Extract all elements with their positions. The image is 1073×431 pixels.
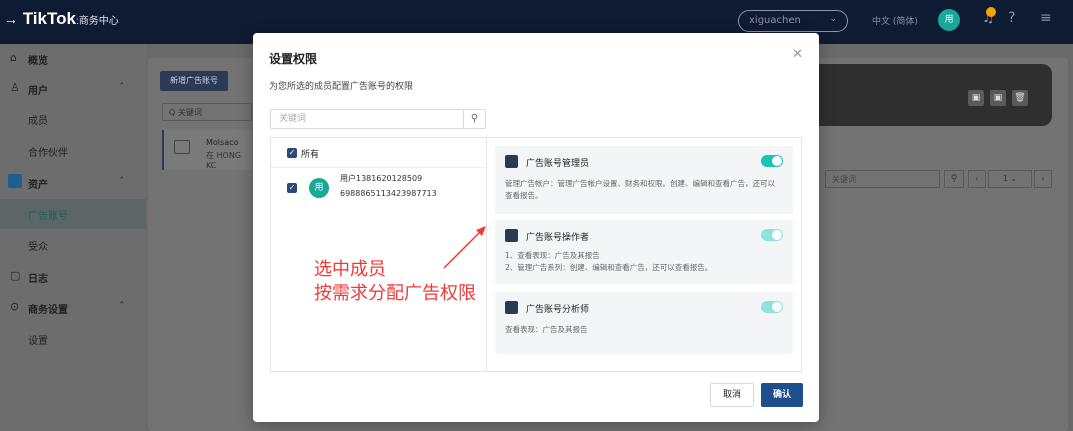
account-selector[interactable]: xiguachen ⌄: [738, 10, 848, 32]
sidebar-item-assets[interactable]: 资产 ⌃: [0, 168, 146, 198]
log-icon: ▢: [10, 269, 21, 282]
role-description: 1、查看表现：广告及其报告: [505, 251, 600, 260]
account-search-input[interactable]: 关键词: [825, 170, 940, 188]
chevron-down-icon: ⌄: [829, 14, 837, 24]
member-avatar: 用: [309, 178, 329, 198]
next-page-button[interactable]: ›: [1034, 170, 1052, 188]
brand-subtitle: :商务中心: [75, 16, 119, 27]
operator-role-toggle[interactable]: [761, 229, 783, 241]
modal-title: 设置权限: [269, 52, 318, 66]
annotation-line: 选中成员: [314, 259, 386, 280]
sidebar-item-business-settings[interactable]: ⊙ 商务设置 ⌃: [0, 293, 146, 323]
role-ad-account-analyst: 广告账号分析师 查看表现：广告及其报告: [495, 292, 793, 354]
role-ad-account-admin: 广告账号管理员 管理广告帐户：管理广告帐户设置、财务和权限。创建、编辑和查看广告…: [495, 146, 793, 214]
role-list: 广告账号管理员 管理广告帐户：管理广告帐户设置、财务和权限。创建、编辑和查看广告…: [487, 138, 801, 371]
role-title: 广告账号操作者: [526, 233, 590, 243]
search-icon[interactable]: ⚲: [944, 170, 964, 188]
annotation-line: 按需求分配广告权限: [314, 283, 476, 304]
chevron-up-icon: ⌃: [118, 176, 126, 186]
brand-name: TikTok: [22, 9, 76, 28]
member-search: ⚲: [270, 109, 486, 129]
prev-page-button[interactable]: ‹: [968, 170, 986, 188]
back-arrow-icon[interactable]: →: [4, 11, 18, 27]
role-description: 查看表现：广告及其报告: [505, 325, 588, 334]
confirm-button[interactable]: 确认: [761, 383, 803, 407]
member-row[interactable]: ✓ 用 用户1381620128509 6988865113423987713: [271, 169, 486, 207]
sidebar-item-users[interactable]: ♙ 用户 ⌃: [0, 74, 146, 104]
banner-action-icon[interactable]: ▣: [990, 90, 1006, 106]
trash-icon[interactable]: 🗑: [1012, 90, 1028, 106]
role-title: 广告账号分析师: [526, 305, 590, 315]
search-icon[interactable]: ⚲: [463, 110, 485, 128]
role-description: 2、管理广告系列：创建、编辑和查看广告，还可以查看报告。: [505, 263, 713, 272]
banner-action-icon[interactable]: ▣: [968, 90, 984, 106]
settings-icon: ⊙: [10, 300, 20, 313]
admin-role-toggle[interactable]: [761, 155, 783, 167]
sidebar-item-partners[interactable]: 合作伙伴: [0, 136, 146, 166]
org-location: 在 HONG KC: [206, 151, 242, 170]
select-all-checkbox[interactable]: ✓: [287, 148, 297, 158]
new-ad-account-button[interactable]: 新增广告账号: [160, 71, 228, 91]
org-icon: [174, 140, 190, 154]
annotation-text: 选中成员 按需求分配广告权限: [314, 258, 476, 306]
member-checkbox[interactable]: ✓: [287, 183, 297, 193]
select-all-row[interactable]: ✓ 所有: [271, 138, 486, 168]
banner: ▣ ▣ 🗑: [790, 64, 1052, 126]
sidebar-item-overview[interactable]: ⌂ 概览: [0, 44, 146, 74]
menu-icon[interactable]: ≡: [1040, 10, 1052, 26]
admin-role-icon: [505, 155, 518, 168]
org-search-input[interactable]: Q 关键词: [162, 103, 252, 121]
sidebar-item-settings[interactable]: 设置: [0, 324, 146, 354]
analyst-role-icon: [505, 301, 518, 314]
cancel-button[interactable]: 取消: [710, 383, 754, 407]
language-selector[interactable]: 中文 (简体): [872, 14, 918, 27]
brand-logo[interactable]: → TikTok:商务中心: [4, 9, 119, 29]
notification-badge: [986, 7, 996, 17]
permissions-modal: 设置权限 ✕ 为您所选的成员配置广告账号的权限 ⚲ ✓ 所有 ✓ 用 用户138…: [253, 33, 819, 422]
operator-role-icon: [505, 229, 518, 242]
member-name: 用户1381620128509: [340, 174, 423, 183]
home-icon: ⌂: [10, 51, 17, 64]
user-icon: ♙: [10, 81, 20, 94]
asset-icon: [8, 174, 22, 188]
close-icon[interactable]: ✕: [792, 47, 803, 62]
permissions-panel: ✓ 所有 ✓ 用 用户1381620128509 698886511342398…: [270, 137, 802, 372]
org-item[interactable]: Molsaco 在 HONG KC: [162, 130, 252, 170]
page-select[interactable]: 1 ⌄: [988, 170, 1032, 188]
help-icon[interactable]: ?: [1008, 10, 1015, 26]
chevron-up-icon: ⌃: [118, 82, 126, 92]
chevron-up-icon: ⌃: [118, 301, 126, 311]
member-search-input[interactable]: [271, 110, 465, 128]
sidebar-item-audiences[interactable]: 受众: [0, 230, 146, 260]
sidebar-item-ad-accounts[interactable]: 广告账号: [0, 199, 146, 229]
member-id: 6988865113423987713: [340, 189, 437, 198]
role-title: 广告账号管理员: [526, 159, 590, 169]
account-name: xiguachen: [749, 15, 801, 26]
role-description: 管理广告帐户：管理广告帐户设置、财务和权限。创建、编辑和查看广告，还可以查看报告…: [505, 179, 775, 200]
analyst-role-toggle[interactable]: [761, 301, 783, 313]
select-all-label: 所有: [301, 150, 320, 160]
sidebar: ⌂ 概览 ♙ 用户 ⌃ 成员 合作伙伴 资产 ⌃ 广告账号 受众 ▢ 日志 ⊙ …: [0, 44, 146, 431]
sidebar-item-members[interactable]: 成员: [0, 104, 146, 134]
sidebar-item-logs[interactable]: ▢ 日志: [0, 262, 146, 292]
role-ad-account-operator: 广告账号操作者 1、查看表现：广告及其报告 2、管理广告系列：创建、编辑和查看广…: [495, 220, 793, 284]
modal-description: 为您所选的成员配置广告账号的权限: [269, 82, 414, 92]
user-avatar[interactable]: 用: [938, 9, 960, 31]
pagination: ‹ 1 ⌄ ›: [968, 170, 1052, 188]
org-name: Molsaco: [206, 138, 239, 147]
